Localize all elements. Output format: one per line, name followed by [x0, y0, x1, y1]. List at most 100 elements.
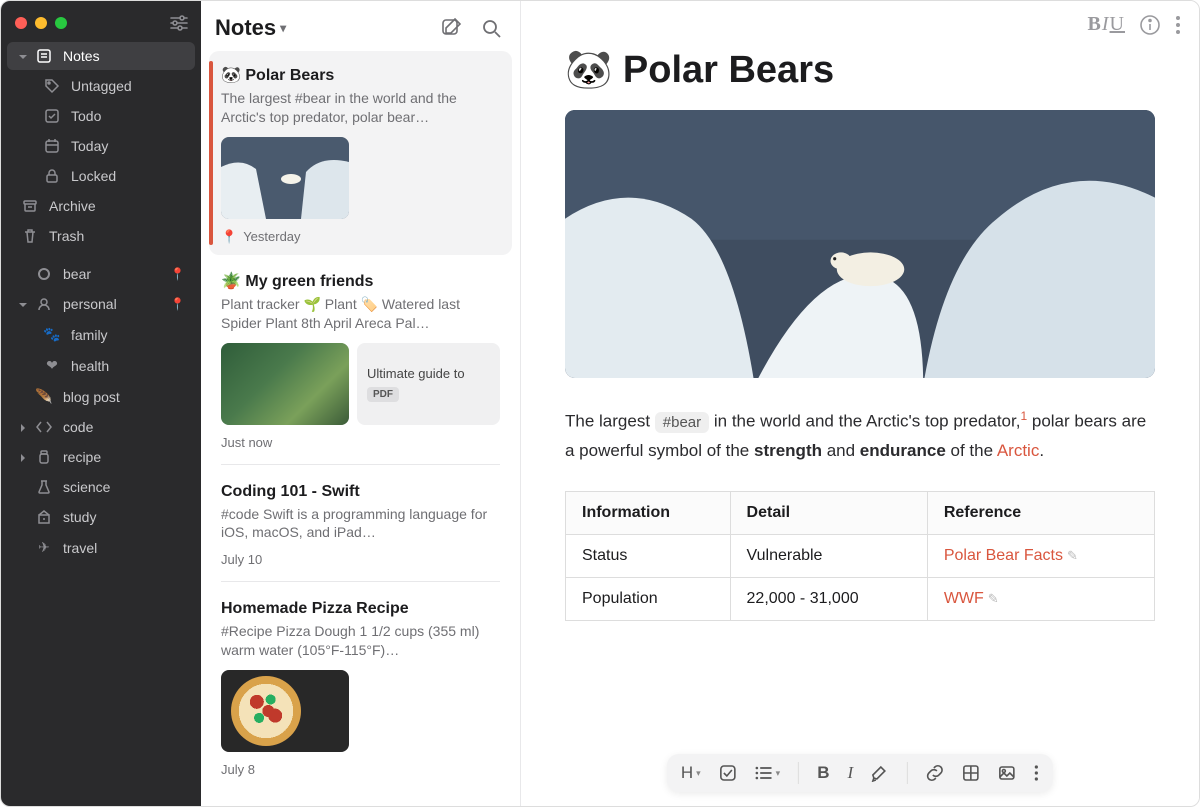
- note-title: 🪴 My green friends: [221, 271, 500, 291]
- pin-icon: 📍: [170, 267, 185, 281]
- note-date: July 10: [221, 552, 262, 567]
- note-thumbnail: [221, 137, 349, 219]
- reference-link[interactable]: Polar Bear Facts: [944, 547, 1063, 564]
- editor-body[interactable]: 🐼 Polar Bears The largest #bear in the w…: [521, 36, 1199, 806]
- note-card-pizza[interactable]: Homemade Pizza Recipe #Recipe Pizza Doug…: [209, 586, 512, 787]
- note-card-polar-bears[interactable]: 🐼 Polar Bears The largest #bear in the w…: [209, 51, 512, 255]
- info-button[interactable]: [1139, 14, 1161, 36]
- more-button[interactable]: [1175, 15, 1181, 35]
- table-header: Reference: [927, 492, 1154, 535]
- reference-link[interactable]: WWF: [944, 590, 984, 607]
- list-header: Notes ▾: [201, 1, 520, 51]
- link-button[interactable]: [926, 764, 944, 782]
- edit-link-icon[interactable]: ✎: [1067, 548, 1078, 563]
- note-thumbnail: [221, 343, 349, 425]
- sidebar-tag-science[interactable]: science: [7, 473, 195, 501]
- list-title-dropdown[interactable]: Notes ▾: [215, 15, 286, 41]
- tag-icon: [43, 78, 61, 94]
- sidebar-item-trash[interactable]: Trash: [7, 222, 195, 250]
- maximize-window-button[interactable]: [55, 17, 67, 29]
- sidebar-tag-blogpost[interactable]: 🪶 blog post: [7, 382, 195, 411]
- note-card-coding[interactable]: Coding 101 - Swift #code Swift is a prog…: [209, 469, 512, 578]
- sidebar-tag-bear[interactable]: bear 📍: [7, 260, 195, 288]
- note-body-paragraph[interactable]: The largest #bear in the world and the A…: [565, 406, 1155, 465]
- hero-image[interactable]: [565, 110, 1155, 378]
- chevron-down-icon: ▾: [280, 21, 286, 35]
- sidebar-item-label: bear: [63, 266, 91, 282]
- sidebar-item-label: blog post: [63, 389, 120, 405]
- sidebar-item-label: family: [71, 327, 108, 343]
- sidebar-item-label: Notes: [63, 48, 100, 64]
- note-meta: Just now: [221, 435, 500, 450]
- note-title: 🐼 Polar Bears: [221, 65, 500, 85]
- sidebar-item-notes[interactable]: Notes: [7, 42, 195, 70]
- sidebar-tag-travel[interactable]: ✈︎ travel: [7, 533, 195, 562]
- close-window-button[interactable]: [15, 17, 27, 29]
- highlight-button[interactable]: [871, 764, 889, 782]
- sidebar-tag-study[interactable]: study: [7, 503, 195, 531]
- sidebar-item-todo[interactable]: Todo: [7, 102, 195, 130]
- sidebar-item-label: Today: [71, 138, 108, 154]
- sidebar-tag-health[interactable]: ❤︎ health: [7, 351, 195, 380]
- sidebar-item-locked[interactable]: Locked: [7, 162, 195, 190]
- heart-icon: ❤︎: [43, 357, 61, 374]
- table-row[interactable]: Status Vulnerable Polar Bear Facts✎: [566, 535, 1155, 578]
- minimize-window-button[interactable]: [35, 17, 47, 29]
- chevron-down-icon: [19, 53, 25, 59]
- code-icon: [35, 421, 53, 433]
- table-cell: 22,000 - 31,000: [730, 578, 927, 621]
- building-icon: [35, 510, 53, 524]
- format-biu-button[interactable]: BIU: [1088, 13, 1125, 36]
- note-preview: Plant tracker 🌱 Plant 🏷️ Watered last Sp…: [221, 295, 500, 333]
- chevron-right-icon: [19, 454, 25, 460]
- edit-link-icon[interactable]: ✎: [988, 591, 999, 606]
- sidebar-item-archive[interactable]: Archive: [7, 192, 195, 220]
- attachment-title: Ultimate guide to: [367, 366, 490, 381]
- inline-tag-bear[interactable]: #bear: [655, 412, 709, 433]
- list-dropdown[interactable]: ▾: [755, 766, 781, 780]
- table-row[interactable]: Population 22,000 - 31,000 WWF ✎: [566, 578, 1155, 621]
- sidebar-item-label: Untagged: [71, 78, 132, 94]
- link-arctic[interactable]: Arctic: [997, 441, 1040, 460]
- note-title-heading[interactable]: 🐼 Polar Bears: [565, 48, 1155, 92]
- sidebar-tag-recipe[interactable]: recipe: [7, 443, 195, 471]
- checkbox-button[interactable]: [719, 764, 737, 782]
- image-button[interactable]: [998, 764, 1016, 782]
- search-button[interactable]: [476, 13, 506, 43]
- preferences-icon[interactable]: [169, 15, 189, 31]
- feather-icon: 🪶: [35, 388, 53, 405]
- table-button[interactable]: [962, 764, 980, 782]
- plane-icon: ✈︎: [35, 539, 53, 556]
- sidebar-item-label: recipe: [63, 449, 101, 465]
- note-list-scroll[interactable]: 🐼 Polar Bears The largest #bear in the w…: [201, 51, 520, 806]
- list-title-text: Notes: [215, 15, 276, 41]
- note-date: Just now: [221, 435, 272, 450]
- note-title: Coding 101 - Swift: [221, 483, 500, 501]
- sidebar-item-untagged[interactable]: Untagged: [7, 72, 195, 100]
- editor-column: BIU 🐼 Polar Bears The largest #: [521, 1, 1199, 806]
- note-list-column: Notes ▾ 🐼 Polar Bears The largest #bear …: [201, 1, 521, 806]
- note-meta: July 8: [221, 762, 500, 777]
- italic-button[interactable]: I: [847, 763, 853, 783]
- info-table[interactable]: Information Detail Reference Status Vuln…: [565, 491, 1155, 621]
- heading-dropdown[interactable]: H▾: [681, 763, 701, 783]
- sidebar-tag-family[interactable]: 🐾 family: [7, 320, 195, 349]
- sidebar-item-label: health: [71, 358, 109, 374]
- note-attachment[interactable]: Ultimate guide to PDF: [357, 343, 500, 425]
- sidebar-tag-personal[interactable]: personal 📍: [7, 290, 195, 318]
- more-format-button[interactable]: [1034, 764, 1039, 782]
- sidebar-item-today[interactable]: Today: [7, 132, 195, 160]
- toolbar-separator: [907, 762, 908, 784]
- note-preview: The largest #bear in the world and the A…: [221, 89, 500, 127]
- table-cell: Population: [566, 578, 731, 621]
- sidebar-item-label: study: [63, 509, 96, 525]
- pin-icon: 📍: [221, 229, 237, 245]
- sidebar-tag-code[interactable]: code: [7, 413, 195, 441]
- flask-icon: [35, 480, 53, 494]
- note-card-green-friends[interactable]: 🪴 My green friends Plant tracker 🌱 Plant…: [209, 257, 512, 460]
- compose-button[interactable]: [436, 13, 466, 43]
- table-header-row: Information Detail Reference: [566, 492, 1155, 535]
- bold-button[interactable]: B: [817, 763, 829, 783]
- sidebar-item-label: personal: [63, 296, 117, 312]
- notes-icon: [35, 48, 53, 64]
